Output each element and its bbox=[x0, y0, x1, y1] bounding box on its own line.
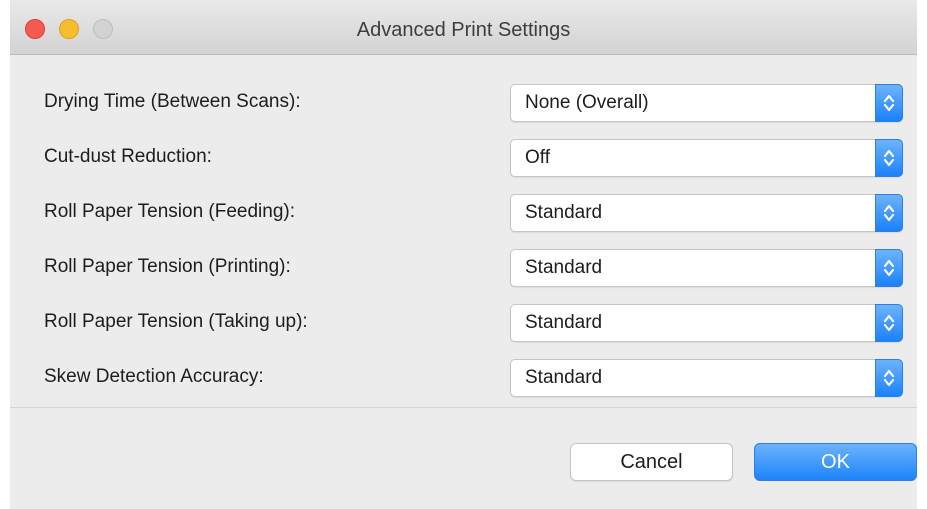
up-down-chevron-icon[interactable] bbox=[875, 139, 903, 177]
roll-paper-tension-printing-value: Standard bbox=[525, 257, 603, 278]
cancel-button[interactable]: Cancel bbox=[570, 443, 733, 481]
up-down-chevron-icon[interactable] bbox=[875, 84, 903, 122]
cut-dust-reduction-label: Cut-dust Reduction: bbox=[44, 146, 212, 167]
cut-dust-reduction-value: Off bbox=[525, 147, 550, 168]
cut-dust-reduction-popup[interactable]: Off bbox=[510, 139, 903, 177]
skew-detection-accuracy-value: Standard bbox=[525, 367, 603, 388]
skew-detection-accuracy-popup[interactable]: Standard bbox=[510, 359, 903, 397]
drying-time-popup[interactable]: None (Overall) bbox=[510, 84, 903, 122]
roll-paper-tension-feeding-popup[interactable]: Standard bbox=[510, 194, 903, 232]
roll-paper-tension-taking-up-label: Roll Paper Tension (Taking up): bbox=[44, 311, 308, 332]
separator bbox=[10, 407, 917, 408]
drying-time-label: Drying Time (Between Scans): bbox=[44, 91, 301, 112]
advanced-print-settings-dialog: Advanced Print Settings Drying Time (Bet… bbox=[10, 0, 917, 509]
ok-button[interactable]: OK bbox=[754, 443, 917, 481]
roll-paper-tension-taking-up-value: Standard bbox=[525, 312, 603, 333]
up-down-chevron-icon[interactable] bbox=[875, 359, 903, 397]
title-bar[interactable]: Advanced Print Settings bbox=[10, 0, 917, 55]
up-down-chevron-icon[interactable] bbox=[875, 194, 903, 232]
skew-detection-accuracy-label: Skew Detection Accuracy: bbox=[44, 366, 264, 387]
up-down-chevron-icon[interactable] bbox=[875, 304, 903, 342]
roll-paper-tension-feeding-value: Standard bbox=[525, 202, 603, 223]
roll-paper-tension-taking-up-popup[interactable]: Standard bbox=[510, 304, 903, 342]
up-down-chevron-icon[interactable] bbox=[875, 249, 903, 287]
roll-paper-tension-feeding-label: Roll Paper Tension (Feeding): bbox=[44, 201, 296, 222]
roll-paper-tension-printing-label: Roll Paper Tension (Printing): bbox=[44, 256, 291, 277]
window-title: Advanced Print Settings bbox=[356, 19, 571, 41]
drying-time-value: None (Overall) bbox=[525, 92, 649, 113]
roll-paper-tension-printing-popup[interactable]: Standard bbox=[510, 249, 903, 287]
